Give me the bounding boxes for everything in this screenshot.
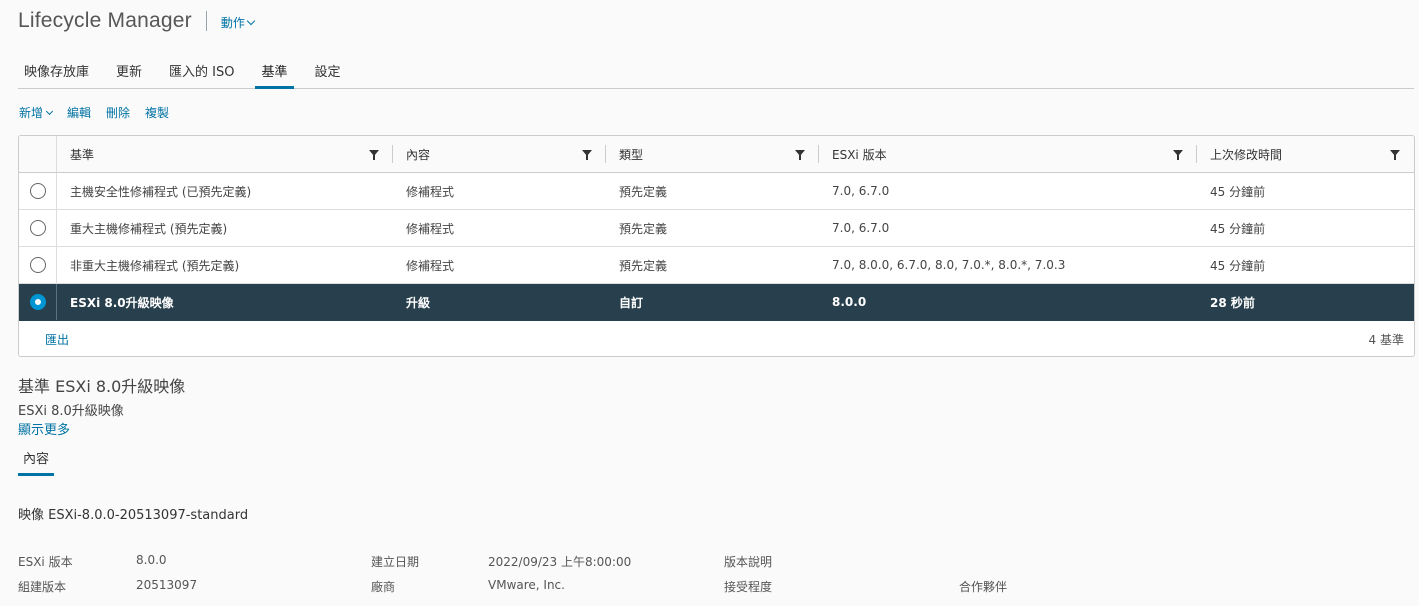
export-button[interactable]: 匯出 <box>45 331 69 348</box>
cell-last-modified: 28 秒前 <box>1210 295 1255 310</box>
delete-button[interactable]: 刪除 <box>106 104 130 121</box>
cell-esxi-version: 7.0, 8.0.0, 6.7.0, 8.0, 7.0.*, 8.0.*, 7.… <box>832 258 1066 272</box>
chevron-down-icon <box>246 16 256 26</box>
column-header-esxi-version[interactable]: ESXi 版本 <box>819 136 1197 172</box>
build-label: 組建版本 <box>18 580 67 594</box>
column-header-label: 上次修改時間 <box>1210 147 1283 162</box>
tab-imported-iso[interactable]: 匯入的 ISO <box>163 60 240 89</box>
actions-label: 動作 <box>220 16 245 30</box>
filter-icon[interactable] <box>1173 150 1183 160</box>
cell-content: 修補程式 <box>406 184 455 199</box>
copy-button[interactable]: 複製 <box>145 104 169 121</box>
column-header-label: 內容 <box>406 147 431 162</box>
detail-description: ESXi 8.0升級映像 <box>18 404 124 419</box>
column-header-content[interactable]: 內容 <box>393 136 606 172</box>
row-select-cell <box>19 173 57 209</box>
cell-esxi-version: 7.0, 6.7.0 <box>832 221 890 235</box>
table-row[interactable]: 非重大主機修補程式 (預先定義) 修補程式 預先定義 7.0, 8.0.0, 6… <box>19 247 1414 284</box>
column-header-last-modified[interactable]: 上次修改時間 <box>1197 136 1414 172</box>
cell-type: 預先定義 <box>619 258 668 273</box>
release-notes-label: 版本說明 <box>724 555 773 569</box>
edit-button[interactable]: 編輯 <box>67 104 91 121</box>
cell-baseline: 重大主機修補程式 (預先定義) <box>70 221 228 236</box>
image-name: 映像 ESXi-8.0.0-20513097-standard <box>18 508 249 523</box>
cell-last-modified: 45 分鐘前 <box>1210 258 1266 273</box>
created-date-label: 建立日期 <box>371 555 420 569</box>
acceptance-level-value: 合作夥伴 <box>959 580 1008 594</box>
row-select-cell <box>19 210 57 246</box>
cell-esxi-version: 7.0, 6.7.0 <box>832 184 890 198</box>
esxi-version-value: 8.0.0 <box>136 553 167 567</box>
title-divider <box>205 11 207 31</box>
filter-icon[interactable] <box>369 150 379 160</box>
actions-menu-button[interactable]: 動作 <box>220 14 256 31</box>
detail-title: 基準 ESXi 8.0升級映像 <box>18 377 186 396</box>
created-date-value: 2022/09/23 上午8:00:00 <box>488 555 632 569</box>
tab-content[interactable]: 內容 <box>18 450 55 476</box>
cell-content: 修補程式 <box>406 221 455 236</box>
cell-type: 自訂 <box>619 295 644 310</box>
table-row[interactable]: 重大主機修補程式 (預先定義) 修補程式 預先定義 7.0, 6.7.0 45 … <box>19 210 1414 247</box>
esxi-version-label: ESXi 版本 <box>18 555 73 569</box>
row-radio-button-selected[interactable] <box>29 294 46 310</box>
tab-updates[interactable]: 更新 <box>110 60 148 89</box>
cell-baseline: ESXi 8.0升級映像 <box>70 295 174 310</box>
tab-baselines[interactable]: 基準 <box>255 60 294 89</box>
row-select-cell <box>19 247 57 283</box>
cell-baseline: 非重大主機修補程式 (預先定義) <box>70 258 240 273</box>
column-header-baseline[interactable]: 基準 <box>57 136 393 172</box>
show-more-link[interactable]: 顯示更多 <box>18 419 70 438</box>
cell-content: 升級 <box>406 295 431 310</box>
table-row-selected[interactable]: ESXi 8.0升級映像 升級 自訂 8.0.0 28 秒前 <box>19 284 1414 321</box>
app-title: Lifecycle Manager <box>18 9 192 32</box>
column-header-label: 類型 <box>619 147 644 162</box>
row-radio-button[interactable] <box>29 183 46 199</box>
grid-header: 基準 內容 類型 ESXi 版本 上次修改時間 <box>19 136 1414 173</box>
row-radio-button[interactable] <box>29 220 46 236</box>
column-header-type[interactable]: 類型 <box>606 136 819 172</box>
filter-icon[interactable] <box>582 150 592 160</box>
chevron-down-icon <box>45 107 54 115</box>
build-value: 20513097 <box>136 578 198 592</box>
column-header-label: 基準 <box>70 147 95 162</box>
cell-esxi-version: 8.0.0 <box>832 295 867 309</box>
cell-type: 預先定義 <box>619 221 668 236</box>
row-radio-button[interactable] <box>29 257 46 273</box>
tab-image-depot[interactable]: 映像存放庫 <box>18 60 95 89</box>
select-column-header <box>19 136 57 172</box>
detail-tabs: 內容 <box>18 450 55 476</box>
acceptance-level-label: 接受程度 <box>724 580 773 594</box>
cell-last-modified: 45 分鐘前 <box>1210 221 1266 236</box>
row-select-cell <box>19 284 57 320</box>
filter-icon[interactable] <box>1390 150 1400 160</box>
baselines-grid: 基準 內容 類型 ESXi 版本 上次修改時間 主機安全性修補程式 (已預先定義… <box>18 135 1415 357</box>
table-row[interactable]: 主機安全性修補程式 (已預先定義) 修補程式 預先定義 7.0, 6.7.0 4… <box>19 173 1414 210</box>
vendor-label: 廠商 <box>371 580 396 594</box>
new-button[interactable]: 新增 <box>19 104 54 121</box>
cell-type: 預先定義 <box>619 184 668 199</box>
main-tabs: 映像存放庫 更新 匯入的 ISO 基準 設定 <box>18 60 1414 89</box>
page-header: Lifecycle Manager 動作 <box>18 6 256 36</box>
cell-last-modified: 45 分鐘前 <box>1210 184 1266 199</box>
filter-icon[interactable] <box>795 150 805 160</box>
tab-settings[interactable]: 設定 <box>309 60 347 89</box>
baseline-toolbar: 新增 編輯 刪除 複製 <box>19 104 184 121</box>
new-label: 新增 <box>19 106 44 120</box>
row-count: 4 基準 <box>1368 332 1404 347</box>
vendor-value: VMware, Inc. <box>488 578 565 592</box>
cell-baseline: 主機安全性修補程式 (已預先定義) <box>70 184 252 199</box>
column-header-label: ESXi 版本 <box>832 147 887 162</box>
grid-footer: 匯出 4 基準 <box>19 321 1414 356</box>
cell-content: 修補程式 <box>406 258 455 273</box>
